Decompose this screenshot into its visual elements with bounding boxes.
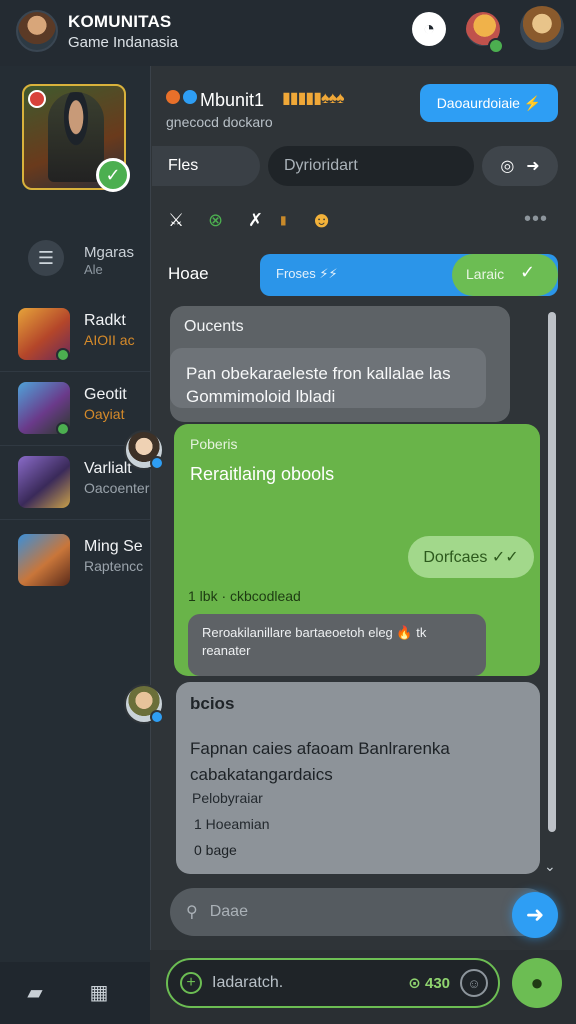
message-detail: 1 Hoeamian (194, 816, 270, 832)
game-logo-icon[interactable]: ⚔ (168, 206, 184, 234)
app-avatar[interactable] (16, 10, 58, 52)
search-icon: ⚲ (186, 904, 198, 921)
message-title: Oucents (184, 318, 244, 335)
bottom-input[interactable]: + Iadaratch. ⊙ 430 ☺ (166, 958, 500, 1008)
menu-title: Mgaras (84, 244, 135, 261)
crossed-tools-icon[interactable]: ✗ (248, 206, 263, 234)
mic-icon[interactable]: ● (512, 958, 562, 1008)
channel-badges: ▮▮▮▮▮♠♠♠ (282, 90, 345, 107)
game-subtitle: AIOII ac (84, 332, 135, 348)
featured-alert-badge (28, 90, 46, 108)
message-title: bcios (190, 694, 235, 713)
progress-label: Froses ⚡⚡ (276, 266, 338, 281)
message-meta: 1 lbk · ckbcodlead (188, 588, 301, 604)
home-label: Hoae (168, 264, 209, 283)
app-title: KOMUNITAS (68, 12, 172, 31)
featured-character-image (48, 92, 104, 182)
message-text: Reraitlaing obools (190, 464, 335, 484)
game-subtitle: Oayiat (84, 406, 125, 422)
gift-icon[interactable]: ▦ (86, 980, 112, 1004)
emoji-icon[interactable]: ☺ (460, 969, 488, 997)
channel-title: Mbunit1 (200, 90, 265, 110)
check-icon: ✓ (96, 158, 130, 192)
status-dot (166, 90, 180, 104)
filter-button[interactable]: ◎ ➜ (482, 146, 558, 186)
game-thumbnail (18, 534, 70, 586)
refresh-icon: ◎ (500, 158, 515, 175)
game-name: Ming Se (84, 538, 143, 555)
game-name: Radkt (84, 312, 126, 329)
game-subtitle: Oacoenter (84, 480, 150, 496)
verified-badge (150, 710, 164, 724)
progress-status-label: Laraic (466, 266, 505, 282)
clock-icon[interactable]: ◔ (412, 12, 446, 46)
scrollbar[interactable] (548, 312, 556, 832)
bottom-navigation: ▰ ▦ (0, 962, 150, 1024)
notification-badge (488, 38, 504, 54)
chevron-down-icon[interactable]: ⌄ (544, 858, 556, 875)
tab-files[interactable]: Fles (152, 146, 260, 186)
sidebar-game-item[interactable]: Geotit Oayiat (0, 372, 150, 446)
channel-status-dots (166, 90, 197, 104)
profile-avatar[interactable] (520, 6, 564, 50)
more-options-icon[interactable]: ••• (524, 208, 548, 231)
sidebar-game-item[interactable]: Radkt AIOII ac (0, 298, 150, 372)
small-badge-icon: ▮ (280, 213, 287, 227)
arrow-right-icon: ➜ (526, 158, 540, 175)
send-arrow-icon[interactable]: ➜ (512, 892, 558, 938)
plus-icon[interactable]: + (180, 972, 202, 994)
message-author: Poberis (190, 436, 238, 452)
menu-subtitle: Ale (84, 262, 103, 277)
message-detail: 0 bage (194, 842, 237, 858)
game-name: Varlialt (84, 460, 132, 477)
status-dot (183, 90, 197, 104)
channel-subtitle: gnecocd dockaro (166, 114, 273, 130)
message-text: Pan obekaraeleste fron kallalae las Gomm… (186, 364, 451, 406)
xbox-icon[interactable]: ⊗ (208, 206, 223, 234)
online-dot (56, 422, 70, 436)
reply-chip[interactable]: Dorfcaes ✓✓ (408, 536, 534, 578)
app-subtitle: Game Indanasia (68, 34, 179, 51)
online-dot (56, 348, 70, 362)
message-input-placeholder: Daae (209, 903, 248, 920)
message-input[interactable]: ⚲ Daae (170, 888, 550, 936)
message-detail: Pelobyraiar (192, 790, 263, 806)
game-name: Geotit (84, 386, 127, 403)
chat-icon[interactable]: ▰ (22, 980, 48, 1004)
bottom-input-placeholder: Iadaratch. (212, 974, 284, 991)
verified-badge (150, 456, 164, 470)
sidebar-game-item[interactable]: Ming Se Raptencc (0, 524, 150, 598)
search-input[interactable]: Dyrioridart (268, 146, 474, 186)
coin-count: ⊙ 430 (408, 975, 450, 992)
quoted-message-text: Reroakilanillare bartaeoetoh eleg 🔥 tk r… (202, 625, 427, 658)
game-subtitle: Raptencc (84, 558, 144, 574)
join-button[interactable]: Daoaurdoiaie ⚡ (420, 84, 558, 122)
check-icon: ✓ (520, 262, 536, 282)
message-text: Fapnan caies afaoam Banlrarenka cabakata… (190, 739, 450, 784)
menu-icon[interactable]: ☰ (28, 240, 64, 276)
emoji-face-icon[interactable]: ☻ (310, 206, 333, 234)
game-thumbnail (18, 456, 70, 508)
